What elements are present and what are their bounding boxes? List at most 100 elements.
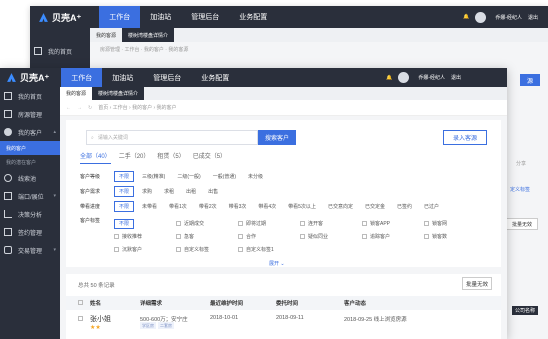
back-nav-admin[interactable]: 管理后台	[181, 6, 229, 28]
back-nav-workbench[interactable]: 工作台	[99, 6, 141, 28]
sidebar: 我的首页 房源管理 我的客户 ▴ 我的客户 我的潜在客户 线索池 端口/展位 ▾ 决…	[0, 87, 60, 339]
tag-checkbox[interactable]: 急客	[176, 233, 232, 240]
tag-checkbox[interactable]: 自定义标签1	[238, 246, 294, 253]
back-logout[interactable]: 退出	[528, 14, 538, 21]
level-all[interactable]: 不限	[114, 171, 135, 182]
progress-all[interactable]: 不限	[114, 201, 135, 212]
tag-checkbox[interactable]: 沉默客户	[114, 246, 170, 253]
level-none[interactable]: 未分级	[244, 172, 267, 181]
sidebar-item-trade[interactable]: 交易管理 ▾	[0, 241, 60, 259]
filter-demand: 客户需求 不限 求购 求租 出租 出售	[80, 186, 226, 197]
table-row[interactable]: 张小姐 ★★ 500-600万；安宁庄 学区房 二套房 2018-10-01 20…	[66, 312, 501, 339]
progress-opt[interactable]: 带看4次	[254, 202, 280, 211]
bell-icon[interactable]: 🔔	[463, 14, 469, 20]
back-user-name[interactable]: 乔娜-经纪人	[495, 14, 522, 21]
progress-opt[interactable]: 已签约	[393, 202, 416, 211]
back-company: 公司名称	[512, 306, 539, 315]
search-input[interactable]: ⌕ 请输入关键词	[86, 130, 258, 145]
demand-all[interactable]: 不限	[114, 186, 135, 197]
sidebar-item-home[interactable]: 我的首页	[0, 87, 60, 105]
back-nav-config[interactable]: 业务配置	[229, 6, 277, 28]
progress-opt[interactable]: 已过户	[420, 202, 443, 211]
header: 贝壳A⁺ 工作台 加油站 管理后台 业务配置 🔔 乔娜-经纪人 退出	[0, 68, 507, 87]
tag-checkbox[interactable]: 锁客APP	[362, 220, 418, 227]
avatar[interactable]	[398, 72, 410, 83]
tag-checkbox[interactable]: 自定义标签	[176, 246, 232, 253]
tag-checkbox[interactable]: 疑似同业	[300, 233, 356, 240]
arrow-left-icon[interactable]: ←	[66, 105, 71, 111]
tab-all[interactable]: 全部（40）	[80, 151, 111, 164]
progress-opt[interactable]: 带看2次	[195, 202, 221, 211]
logout-link[interactable]: 退出	[451, 74, 461, 81]
level-3[interactable]: 三级(精准)	[138, 172, 169, 181]
tab-building-detail[interactable]: 楼树湾楼盘详情介	[92, 87, 145, 100]
col-demand: 详细需求	[140, 301, 163, 307]
back-sidebar-home[interactable]: 我的首页	[30, 42, 90, 60]
tab-rent[interactable]: 租赁（5）	[157, 151, 184, 164]
sidebar-item-house[interactable]: 房源管理	[0, 105, 60, 123]
demand-buy[interactable]: 求购	[138, 187, 156, 196]
user-name[interactable]: 乔娜-经纪人	[418, 74, 445, 81]
customer-name[interactable]: 张小姐	[90, 314, 140, 324]
tab-second-hand[interactable]: 二手（20）	[119, 151, 150, 164]
progress-opt[interactable]: 带看3次	[225, 202, 251, 211]
progress-opt[interactable]: 带看5次以上	[284, 202, 320, 211]
tag-checkbox[interactable]: 合作	[238, 233, 294, 240]
table-header: 姓名 详细需求 最近维护时间 委托时间 客户动态	[66, 296, 501, 310]
logo-icon	[39, 12, 48, 22]
back-custom-tag[interactable]: 定义标签	[510, 186, 530, 193]
nav-workbench[interactable]: 工作台	[61, 68, 103, 87]
chevron-down-icon: ▾	[53, 247, 56, 253]
back-new-button[interactable]: 源	[520, 74, 540, 86]
search-button[interactable]: 搜索客户	[258, 130, 296, 145]
progress-opt[interactable]: 已交定金	[361, 202, 389, 211]
progress-opt[interactable]: 未带看	[138, 202, 161, 211]
target-icon	[4, 174, 12, 182]
sidebar-sub-my-customers[interactable]: 我的客户	[0, 141, 60, 155]
tag-checkbox[interactable]: 锁客数	[424, 233, 480, 240]
tab-my-customers[interactable]: 我的客源	[60, 87, 93, 100]
progress-opt[interactable]: 已交意向定	[324, 202, 357, 211]
tag-all[interactable]: 不限	[114, 219, 135, 229]
col-entrust[interactable]: 委托时间	[276, 299, 344, 307]
sidebar-item-contract[interactable]: 签约管理	[0, 223, 60, 241]
tag-checkbox[interactable]: 即将过期	[238, 220, 294, 227]
progress-opt[interactable]: 带看1次	[165, 202, 191, 211]
tag-checkbox[interactable]: 接收推荐	[114, 233, 170, 240]
tag-checkbox[interactable]: 近期成交	[176, 220, 232, 227]
tag-checkbox[interactable]: 锁客网	[424, 220, 480, 227]
sidebar-item-leads[interactable]: 线索池	[0, 169, 60, 187]
tag-checkbox[interactable]: 连开客	[300, 220, 356, 227]
nav-config[interactable]: 业务配置	[191, 68, 239, 87]
refresh-icon[interactable]: ↻	[88, 105, 92, 111]
back-batch-button[interactable]: 批量无效	[506, 218, 538, 230]
nav-station[interactable]: 加油站	[102, 68, 143, 87]
avatar[interactable]	[475, 11, 487, 23]
tag-checkbox[interactable]: 追踪客户	[362, 233, 418, 240]
sidebar-item-decision[interactable]: 决策分析	[0, 205, 60, 223]
demand-lease[interactable]: 出租	[182, 187, 200, 196]
back-tab-2[interactable]: 楼树湾楼盘详情介	[122, 28, 175, 42]
tab-closed[interactable]: 已成交（5）	[193, 151, 226, 164]
demand-tag: 二套房	[158, 322, 174, 329]
sidebar-sub-potential[interactable]: 我的潜在客户	[0, 155, 60, 169]
col-maint[interactable]: 最近维护时间	[210, 299, 276, 307]
sidebar-item-port[interactable]: 端口/展位 ▾	[0, 187, 60, 205]
back-nav-station[interactable]: 加油站	[140, 6, 181, 28]
back-tab-1[interactable]: 我的客源	[90, 28, 122, 42]
row-checkbox[interactable]	[78, 316, 83, 321]
chevron-down-icon: ▾	[53, 193, 56, 199]
demand-rent[interactable]: 求租	[160, 187, 178, 196]
batch-invalid-button[interactable]: 批量无效	[462, 277, 492, 290]
select-all-checkbox[interactable]	[78, 299, 83, 305]
level-1[interactable]: 一般(普通)	[209, 172, 240, 181]
level-2[interactable]: 二级(一般)	[173, 172, 204, 181]
sidebar-item-customers[interactable]: 我的客户 ▴	[0, 123, 60, 141]
demand-sell[interactable]: 出售	[204, 187, 222, 196]
nav-admin[interactable]: 管理后台	[143, 68, 191, 87]
arrow-right-icon[interactable]: →	[77, 105, 82, 111]
bell-icon[interactable]: 🔔	[386, 75, 392, 81]
new-customer-button[interactable]: 录入客源	[443, 130, 487, 145]
expand-toggle[interactable]: 展开 ⌄	[269, 260, 285, 267]
back-share[interactable]: 分享	[516, 160, 526, 167]
